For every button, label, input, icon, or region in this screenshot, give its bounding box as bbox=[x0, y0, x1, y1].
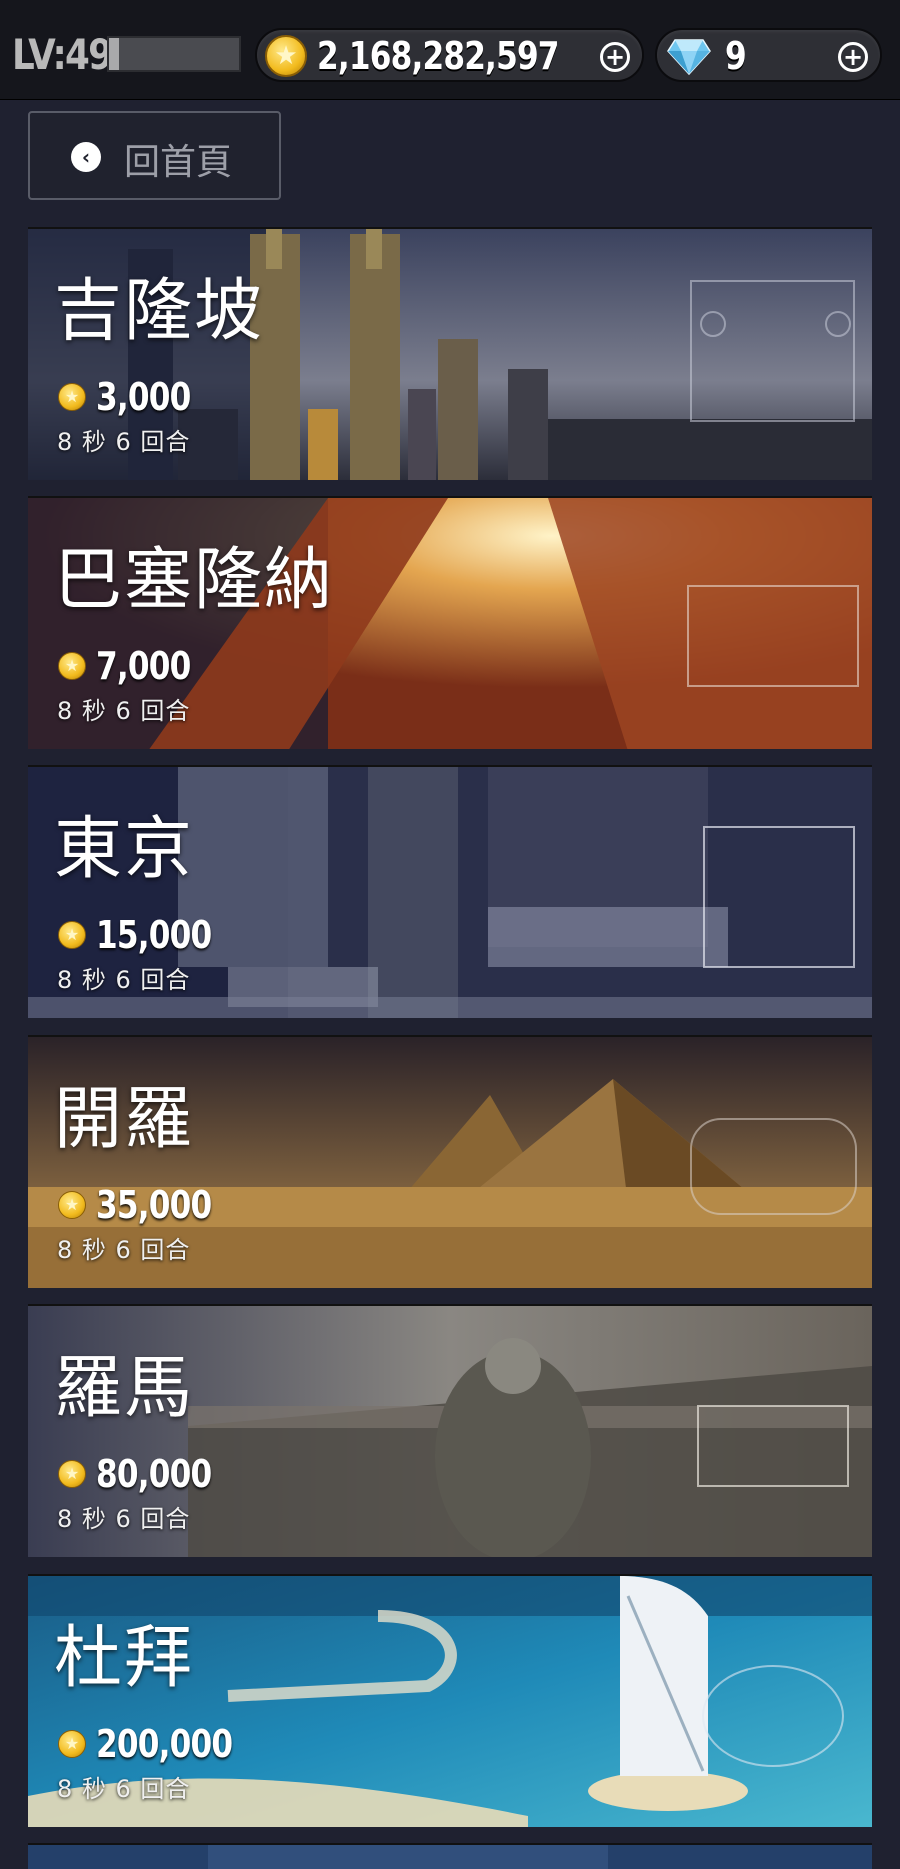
coin-icon: ★ bbox=[58, 652, 86, 680]
coin-icon: ★ bbox=[58, 1730, 86, 1758]
city-name: 巴塞隆納 bbox=[54, 541, 335, 620]
next-city-image bbox=[28, 1845, 872, 1869]
add-coins-button[interactable]: + bbox=[600, 42, 630, 72]
city-cost-value: 35,000 bbox=[96, 1183, 212, 1227]
city-name: 開羅 bbox=[54, 1080, 195, 1159]
city-name: 羅馬 bbox=[54, 1349, 195, 1428]
xp-progress-fill bbox=[109, 38, 120, 70]
city-name: 吉隆坡 bbox=[54, 272, 265, 351]
xp-progress-bar bbox=[107, 36, 241, 72]
city-cost-value: 15,000 bbox=[96, 913, 212, 957]
city-rounds: 8 秒 6 回合 bbox=[57, 428, 191, 456]
coin-icon: ★ bbox=[58, 921, 86, 949]
city-cost-value: 80,000 bbox=[96, 1452, 212, 1496]
city-card-kuala-lumpur[interactable]: 吉隆坡 ★ 3,000 8 秒 6 回合 bbox=[28, 227, 872, 480]
gem-balance: 9 + bbox=[655, 28, 882, 82]
top-status-bar: LV:49 ★ 2,168,282,597 + 9 + bbox=[0, 0, 900, 100]
city-cost: ★ 35,000 bbox=[58, 1183, 237, 1227]
city-cost: ★ 200,000 bbox=[58, 1722, 262, 1766]
city-cost: ★ 80,000 bbox=[58, 1452, 237, 1496]
coin-icon: ★ bbox=[58, 383, 86, 411]
coin-icon: ★ bbox=[58, 1460, 86, 1488]
back-to-home-label: 回首頁 bbox=[124, 142, 233, 183]
city-cost-value: 200,000 bbox=[96, 1722, 233, 1766]
city-card-next-partial[interactable] bbox=[28, 1843, 872, 1869]
city-name: 東京 bbox=[54, 810, 195, 889]
coin-balance: ★ 2,168,282,597 + bbox=[255, 28, 644, 82]
city-cost: ★ 3,000 bbox=[58, 375, 211, 419]
add-gems-button[interactable]: + bbox=[838, 42, 868, 72]
city-cost: ★ 15,000 bbox=[58, 913, 237, 957]
coin-icon: ★ bbox=[58, 1191, 86, 1219]
coin-amount: 2,168,282,597 bbox=[317, 34, 559, 78]
diamond-icon bbox=[667, 39, 711, 76]
city-cost-value: 3,000 bbox=[96, 375, 191, 419]
city-rounds: 8 秒 6 回合 bbox=[57, 966, 191, 994]
level-label: LV:49 bbox=[12, 30, 113, 79]
city-card-dubai[interactable]: 杜拜 ★ 200,000 8 秒 6 回合 bbox=[28, 1574, 872, 1827]
city-rounds: 8 秒 6 回合 bbox=[57, 1505, 191, 1533]
city-rounds: 8 秒 6 回合 bbox=[57, 1775, 191, 1803]
city-card-rome[interactable]: 羅馬 ★ 80,000 8 秒 6 回合 bbox=[28, 1304, 872, 1557]
city-cost: ★ 7,000 bbox=[58, 644, 211, 688]
back-to-home-button[interactable]: ‹ 回首頁 bbox=[28, 111, 281, 200]
gem-amount: 9 bbox=[725, 34, 747, 78]
city-card-cairo[interactable]: 開羅 ★ 35,000 8 秒 6 回合 bbox=[28, 1035, 872, 1288]
city-rounds: 8 秒 6 回合 bbox=[57, 1236, 191, 1264]
city-rounds: 8 秒 6 回合 bbox=[57, 697, 191, 725]
chevron-left-circle-icon: ‹ bbox=[71, 142, 101, 172]
city-cost-value: 7,000 bbox=[96, 644, 191, 688]
city-card-barcelona[interactable]: 巴塞隆納 ★ 7,000 8 秒 6 回合 bbox=[28, 496, 872, 749]
city-card-tokyo[interactable]: 東京 ★ 15,000 8 秒 6 回合 bbox=[28, 765, 872, 1018]
coin-icon: ★ bbox=[265, 35, 307, 77]
city-name: 杜拜 bbox=[54, 1619, 195, 1698]
